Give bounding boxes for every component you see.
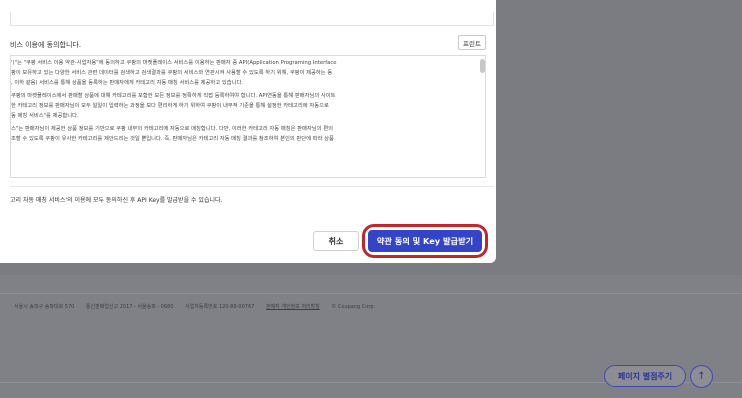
terms-agree-title: 비스 이용에 동의합니다. — [10, 41, 82, 49]
terms-line: 쿠팡의 마켓플레이스에서 판매할 상품에 대해 카테고리를 포함한 모든 정보를… — [11, 93, 336, 99]
terms-line: , 이하 같음) 서비스를 통해 상품을 등록하는 판매자에게 카테고리 자동 … — [11, 80, 243, 86]
footer-divider — [0, 293, 742, 294]
terms-line: 팡이 보유하고 있는 다양한 서비스 관련 데이터를 검색하고 검색결과를 쿠팡… — [11, 70, 333, 76]
previous-section-box — [10, 12, 494, 26]
print-button[interactable]: 프린트 — [458, 35, 486, 50]
footer-info: 서울시 송파구 송파대로 570 통신판매업신고 2017 - 서울송파 - 0… — [14, 303, 385, 310]
footer-telecom: 통신판매업신고 2017 - 서울송파 - 0680 — [85, 304, 174, 310]
terms-line: ')"는 "쿠팡 서비스 이용 약관-사업자용"에 동의하고 쿠팡의 마켓플레이… — [11, 60, 337, 66]
agree-and-issue-key-button[interactable]: 약관 동의 및 Key 발급받기 — [368, 230, 482, 252]
api-key-notice: 고리 자동 매칭 서비스'의 이용에 모두 동의하신 후 API Key를 발급… — [10, 197, 223, 204]
cancel-button[interactable]: 취소 — [313, 231, 359, 251]
modal-divider — [10, 186, 494, 187]
footer-business-number: 사업자등록번호 120-88-00767 — [185, 304, 255, 310]
terms-line: 동 매칭 서비스"를 제공합니다. — [11, 113, 79, 119]
footer-privacy-link[interactable]: 판매자 개인정보 처리방침 — [266, 304, 320, 310]
terms-line: 조할 수 있도록 쿠팡이 유사한 카테고리를 제안드리는 것일 뿐입니다. 즉,… — [11, 136, 334, 142]
terms-scrollbar[interactable] — [479, 56, 485, 177]
arrow-up-icon: ↑ — [697, 371, 706, 382]
terms-line: 스"는 판매자님이 제공한 상품 정보를 기반으로 쿠팡 내부의 카테고리에 자… — [11, 126, 333, 132]
footer-copyright: © Coupang Corp. — [331, 304, 376, 310]
page-rating-button[interactable]: 페이지 별점주기 — [604, 365, 686, 387]
terms-content-box[interactable]: ')"는 "쿠팡 서비스 이용 약관-사업자용"에 동의하고 쿠팡의 마켓플레이… — [10, 55, 486, 178]
footer-address: 서울시 송파구 송파대로 570 — [14, 304, 75, 310]
scrollbar-thumb[interactable] — [480, 59, 485, 73]
terms-text: ')"는 "쿠팡 서비스 이용 약관-사업자용"에 동의하고 쿠팡의 마켓플레이… — [11, 56, 477, 177]
scroll-top-button[interactable]: ↑ — [690, 365, 713, 388]
terms-line: 한 카테고리 정보를 판매자님이 모두 일일이 입력하는 과정을 보다 편리하게… — [11, 103, 329, 109]
